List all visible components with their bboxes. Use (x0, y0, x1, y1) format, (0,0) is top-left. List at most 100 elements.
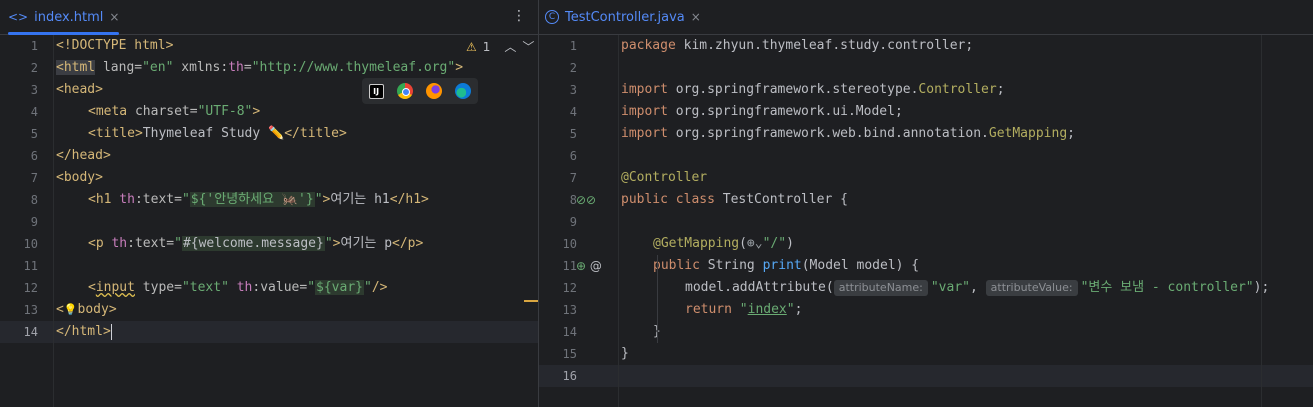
tab-bar: <> index.html × ⋮ (0, 0, 538, 35)
line-number[interactable]: 4 (539, 101, 577, 123)
tab-label: TestController.java (565, 9, 685, 25)
code-line-10[interactable]: <p th:text="#{welcome.message}">여기는 p</p… (88, 233, 423, 255)
line-number[interactable]: 11 (0, 255, 38, 277)
line-number[interactable]: 2 (0, 57, 38, 79)
line-number[interactable]: 8 (0, 189, 38, 211)
code-line-1[interactable]: <!DOCTYPE html> (56, 35, 173, 57)
line-number[interactable]: 5 (539, 123, 577, 145)
inspection-widget[interactable]: ⚠ 1 ︿ ﹀ (466, 38, 534, 55)
line-number[interactable]: 2 (539, 57, 577, 79)
line-number[interactable]: 7 (539, 167, 577, 189)
code-line-6[interactable]: </head> (56, 145, 111, 167)
namespace: th (228, 280, 253, 295)
warning-stripe-marker[interactable] (524, 300, 538, 302)
chevron-up-icon[interactable]: ︿ (504, 38, 516, 55)
line-number[interactable]: 9 (0, 211, 38, 233)
line-number[interactable]: 9 (539, 211, 577, 233)
tag-open: <h1 (88, 192, 112, 207)
code-line-5[interactable]: <title>Thymeleaf Study ✏️</title> (88, 123, 347, 145)
edge-icon[interactable] (455, 83, 472, 99)
line-number[interactable]: 7 (0, 167, 38, 189)
line-number[interactable]: 6 (539, 145, 577, 167)
line-number[interactable]: 3 (539, 79, 577, 101)
code-line-4[interactable]: <meta charset="UTF-8"> (88, 101, 260, 123)
code-line-7[interactable]: @Controller (621, 167, 707, 189)
line-number[interactable]: 13 (0, 299, 38, 321)
code-line-8[interactable]: public class TestController { (621, 189, 848, 211)
code-line-1[interactable]: package kim.zhyun.thymeleaf.study.contro… (621, 35, 973, 57)
editor-pane-left: <> index.html × ⋮ ⚠ 1 ︿ ﹀ IJ 1 2 3 4 5 6 7 8 9 10… (0, 0, 538, 407)
code-line-10[interactable]: @GetMapping(⊕⌄"/") (653, 233, 794, 255)
quote: " (314, 192, 323, 207)
line-number[interactable]: 10 (0, 233, 38, 255)
code-line-8[interactable]: <h1 th:text="${'안녕하세요 🦗'}">여기는 h1</h1> (88, 189, 429, 211)
tab-index-html[interactable]: <> index.html × (8, 0, 120, 35)
keyword: public class (621, 192, 715, 207)
more-options-icon[interactable]: ⋮ (512, 8, 526, 24)
text: 여기는 h1 (330, 192, 390, 207)
line-number[interactable]: 16 (539, 365, 577, 387)
template-link[interactable]: index (748, 302, 787, 317)
tag-close: /> (371, 280, 388, 295)
chrome-icon[interactable] (396, 83, 413, 99)
package-name: kim.zhyun.thymeleaf.study.controller; (675, 38, 974, 53)
line-number[interactable]: 8 (539, 189, 577, 211)
attr-value: "UTF-8" (197, 104, 253, 119)
code-line-11[interactable]: public String print(Model model) { (653, 255, 919, 277)
line-number[interactable]: 13 (539, 299, 577, 321)
editor-pane-right: C TestController.java × 1 2 3 4 5 6 7 8 9 10 11 12 1… (539, 0, 1313, 407)
line-number[interactable]: 6 (0, 145, 38, 167)
code-line-13[interactable]: return "index"; (685, 299, 802, 321)
code-line-3[interactable]: import org.springframework.stereotype.Co… (621, 79, 1005, 101)
globe-icon[interactable]: ⊕⌄ (747, 236, 763, 251)
attr-value: "text" (181, 280, 229, 295)
line-number[interactable]: 1 (0, 35, 38, 57)
code-line-13[interactable]: <💡body> (56, 299, 117, 321)
keyword: import (621, 126, 668, 141)
line-number[interactable]: 12 (0, 277, 38, 299)
firefox-icon[interactable] (426, 83, 443, 99)
namespace: th (103, 236, 128, 251)
current-line-highlight (539, 365, 1313, 387)
code-line-7[interactable]: <body> (56, 167, 103, 189)
code-line-12[interactable]: model.addAttribute(attributeName: "var", … (685, 277, 1269, 299)
param-hint: attributeName: (833, 280, 928, 296)
code-line-12[interactable]: <input type="text" th:value="${var}"/> (88, 277, 387, 299)
line-number[interactable]: 11 (539, 255, 577, 277)
attr: :text= (134, 192, 182, 207)
attr: type= (134, 280, 182, 295)
code-line-14[interactable]: </html> (56, 321, 112, 343)
close-icon[interactable]: × (109, 10, 119, 24)
code-line-15[interactable]: } (621, 343, 629, 365)
close-icon[interactable]: × (691, 10, 701, 24)
code-line-4[interactable]: import org.springframework.ui.Model; (621, 101, 903, 123)
code-line-3[interactable]: <head> (56, 79, 103, 101)
line-number[interactable]: 10 (539, 233, 577, 255)
params: (Model model) { (801, 258, 920, 273)
intellij-icon[interactable]: IJ (368, 83, 384, 99)
code-line-5[interactable]: import org.springframework.web.bind.anno… (621, 123, 1075, 145)
line-number[interactable]: 14 (539, 321, 577, 343)
tag-close: > (252, 104, 261, 119)
tag-close: </h1> (389, 192, 429, 207)
line-number[interactable]: 12 (539, 277, 577, 299)
endpoint-icon[interactable]: ⊕ @ (576, 255, 602, 277)
chevron-down-icon[interactable]: ﹀ (522, 38, 534, 55)
tab-testcontroller-java[interactable]: C TestController.java × (545, 0, 701, 34)
line-number[interactable]: 4 (0, 101, 38, 123)
line-number[interactable]: 14 (0, 321, 38, 343)
attr-value: "en" (142, 60, 174, 75)
line-number[interactable]: 3 (0, 79, 38, 101)
quote: " (307, 280, 316, 295)
bean-icon[interactable]: ⊘⊘ (576, 189, 596, 211)
line-number[interactable]: 5 (0, 123, 38, 145)
tag-close: > (455, 60, 464, 75)
expression-text: #{welcome.message} (182, 236, 324, 251)
expression-text: ${'안녕하세요 🦗'} (190, 192, 314, 207)
line-number[interactable]: 1 (539, 35, 577, 57)
tag-close: </title> (284, 126, 347, 141)
lightbulb-icon[interactable]: 💡 (64, 303, 78, 316)
line-number[interactable]: 15 (539, 343, 577, 365)
warning-count: 1 (482, 39, 491, 54)
code-line-2[interactable]: <html lang="en" xmlns:th="http://www.thy… (56, 57, 463, 79)
